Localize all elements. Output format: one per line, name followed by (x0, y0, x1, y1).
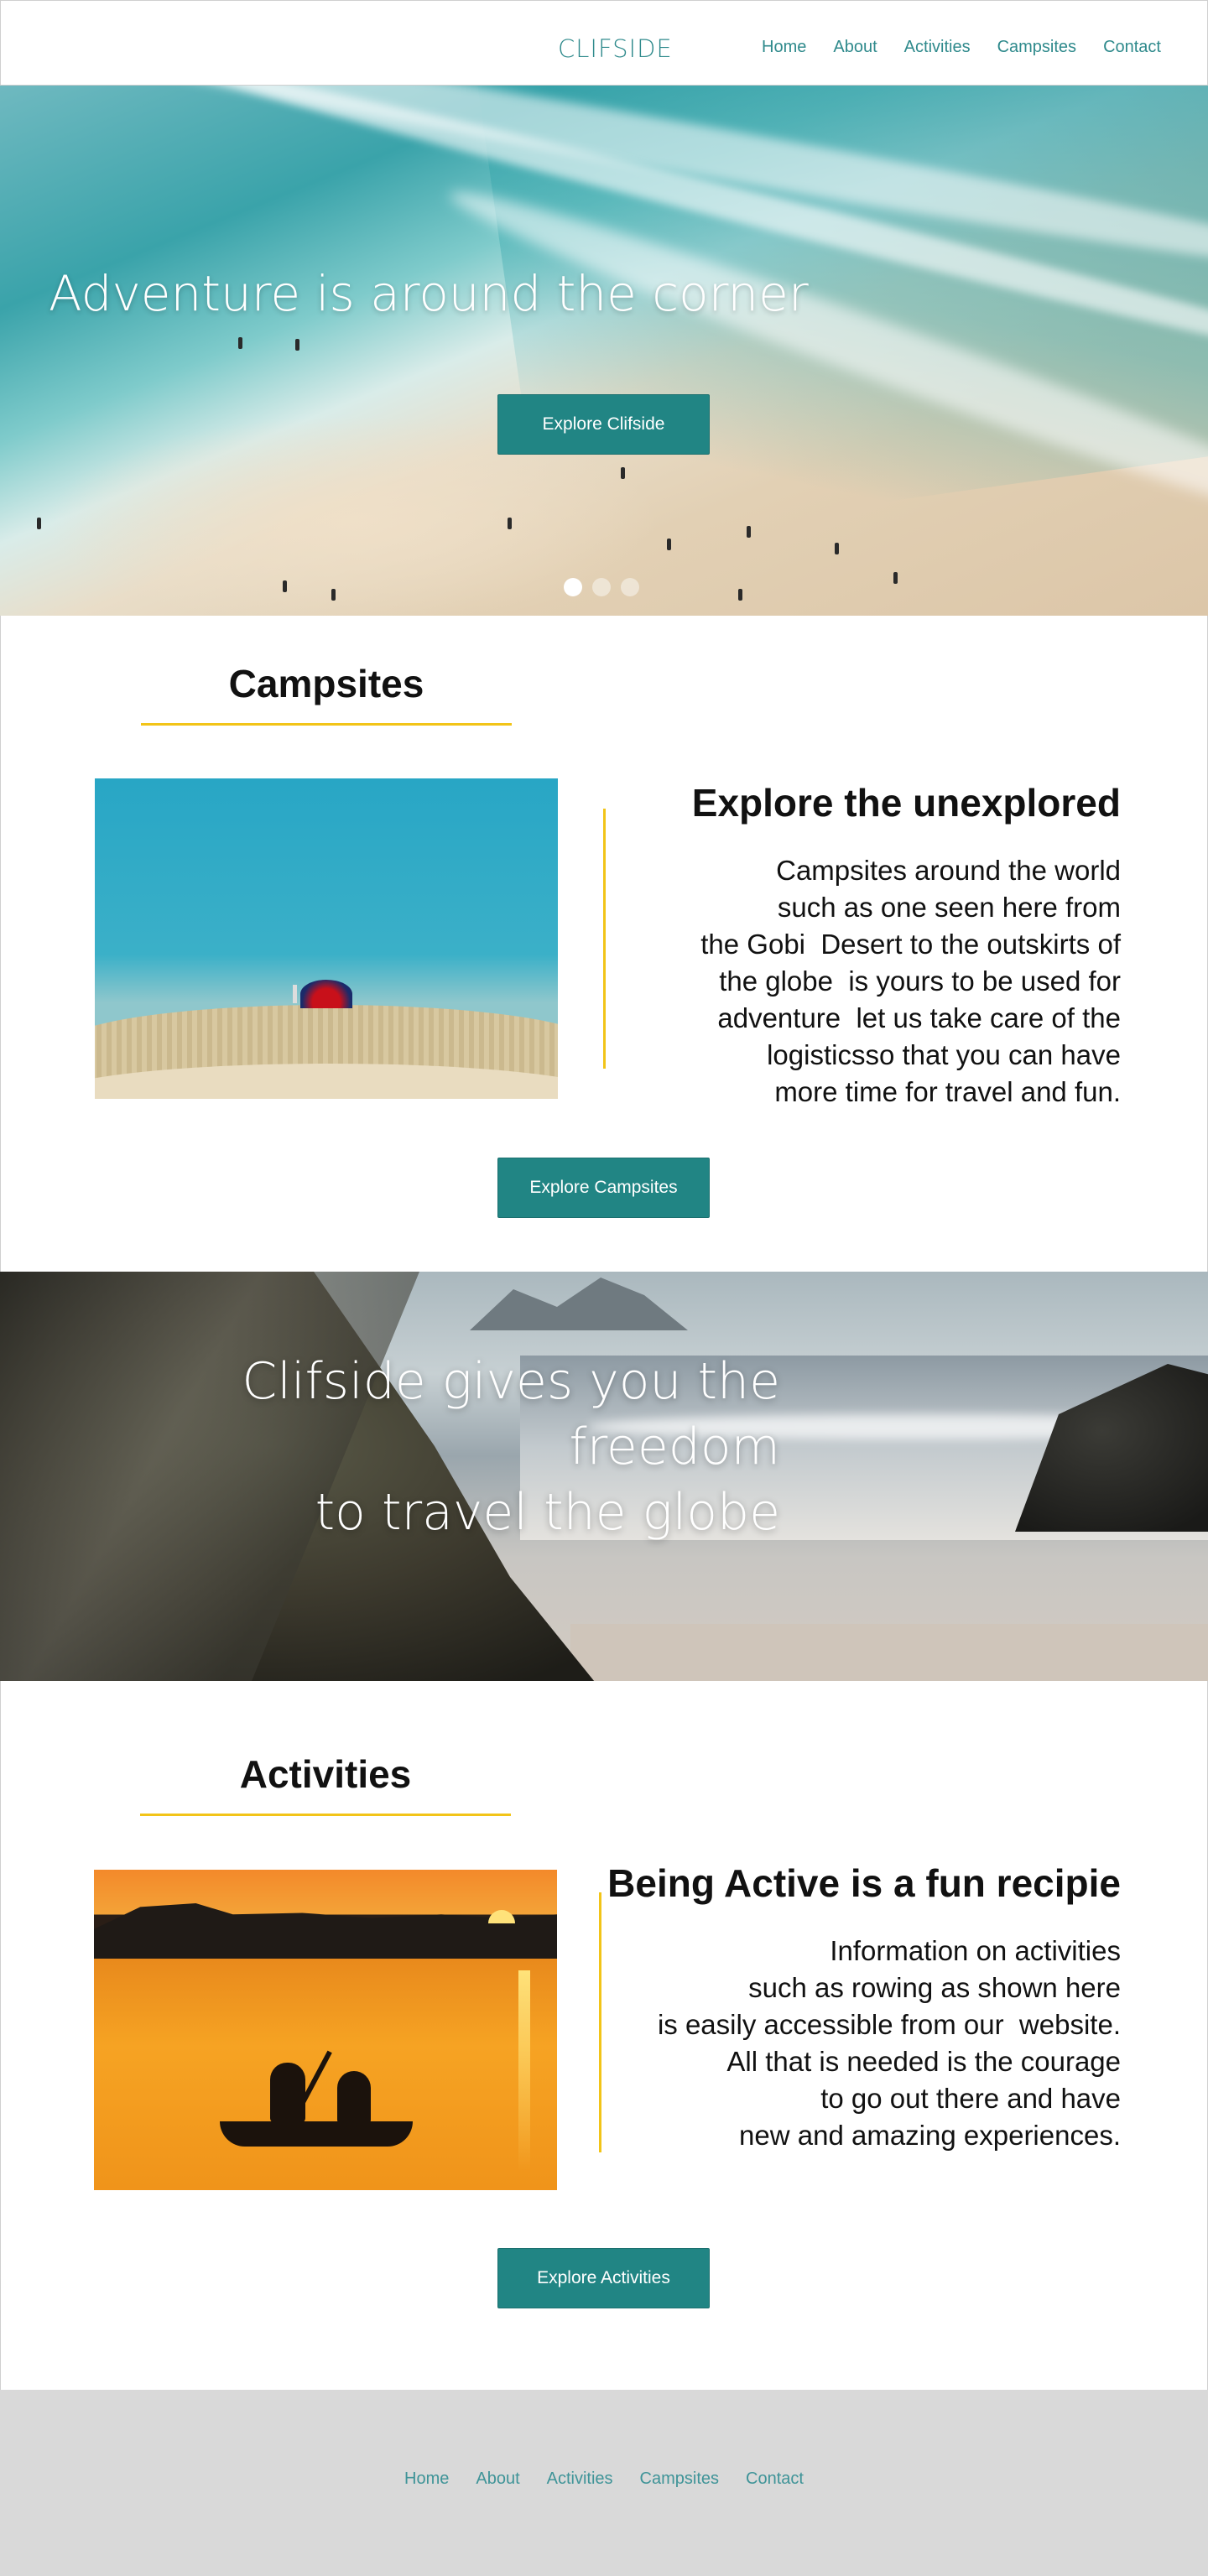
campsites-title-rule (141, 723, 512, 726)
campsites-line: the globe is yours to be used for (719, 965, 1121, 997)
campsites-vertical-rule (603, 809, 606, 1069)
sun-reflection (518, 1970, 530, 2172)
nav-home[interactable]: Home (762, 38, 806, 57)
beach-shape (570, 1624, 1208, 1681)
hero-carousel: Adventure is around the corner Explore C… (0, 86, 1208, 616)
nav-activities[interactable]: Activities (904, 38, 971, 57)
carousel-indicators (564, 578, 639, 596)
campsites-line: adventure let us take care of the (717, 1002, 1121, 1033)
beach-person (667, 539, 671, 550)
activities-vertical-rule (599, 1892, 601, 2152)
activities-line: to go out there and have (820, 2083, 1121, 2114)
banner-line: to travel the globe (315, 1483, 780, 1542)
explore-activities-button[interactable]: Explore Activities (497, 2248, 710, 2308)
campsites-title: Campsites (228, 662, 424, 705)
far-rock-shape (470, 1278, 688, 1330)
paddler-figure (270, 2063, 305, 2123)
campsites-line: such as one seen here from (777, 892, 1121, 923)
activities-line: All that is needed is the courage (726, 2046, 1121, 2077)
footer-nav-campsites[interactable]: Campsites (640, 2469, 719, 2489)
beach-person (893, 572, 898, 584)
activities-title-rule (140, 1814, 511, 1816)
activities-heading: Being Active is a fun recipie (607, 1861, 1121, 1905)
site-header: CLIFSIDE Home About Activities Campsites… (0, 0, 1208, 86)
campsites-heading: Explore the unexplored (691, 781, 1121, 825)
beach-person (331, 589, 336, 601)
beach-person (835, 543, 839, 554)
explore-campsites-button[interactable]: Explore Campsites (497, 1158, 710, 1218)
campsites-line: logisticsso that you can have (767, 1039, 1121, 1070)
banner-title: Clifside gives you the freedom to travel… (76, 1349, 780, 1545)
carousel-dot-1[interactable] (564, 578, 582, 596)
beach-person (295, 339, 299, 351)
beach-person (621, 467, 625, 479)
footer-nav-about[interactable]: About (476, 2469, 519, 2489)
sun-shape (488, 1910, 515, 1923)
campsites-line: more time for travel and fun. (774, 1076, 1121, 1107)
hero-title: Adventure is around the corner (49, 265, 809, 322)
beach-person (283, 580, 287, 592)
kayak-shape (220, 2121, 413, 2147)
activities-line: Information on activities (830, 1935, 1121, 1966)
beach-person (37, 518, 41, 529)
paddler-figure (337, 2071, 371, 2125)
site-footer: Home About Activities Campsites Contact (0, 2390, 1208, 2576)
activities-line: such as rowing as shown here (748, 1972, 1121, 2003)
main-nav: Home About Activities Campsites Contact (762, 38, 1161, 57)
footer-nav: Home About Activities Campsites Contact (0, 2469, 1208, 2489)
nav-contact[interactable]: Contact (1103, 38, 1161, 57)
campsites-description: Campsites around the world such as one s… (700, 852, 1121, 1111)
explore-clifside-button[interactable]: Explore Clifside (497, 394, 710, 455)
activities-line: is easily accessible from our website. (657, 2009, 1121, 2040)
desert-campsite-image (95, 778, 558, 1099)
footer-nav-activities[interactable]: Activities (547, 2469, 613, 2489)
kayak-sunset-image (94, 1870, 557, 2190)
beach-person (747, 526, 751, 538)
beach-person (508, 518, 512, 529)
beach-person (738, 589, 742, 601)
tent-shape (300, 980, 352, 1008)
footer-nav-contact[interactable]: Contact (746, 2469, 804, 2489)
banner-line: Clifside gives you the freedom (242, 1352, 780, 1476)
beach-person (238, 337, 242, 349)
activities-line: new and amazing experiences. (739, 2120, 1121, 2151)
activities-title: Activities (239, 1752, 412, 1796)
campsites-line: the Gobi Desert to the outskirts of (700, 929, 1121, 960)
nav-campsites[interactable]: Campsites (997, 38, 1076, 57)
coast-banner: Clifside gives you the freedom to travel… (0, 1272, 1208, 1681)
carousel-dot-2[interactable] (592, 578, 611, 596)
nav-about[interactable]: About (833, 38, 877, 57)
brand-logo[interactable]: CLIFSIDE (558, 34, 673, 63)
footer-nav-home[interactable]: Home (404, 2469, 449, 2489)
camper-figure (293, 985, 297, 1003)
campsites-line: Campsites around the world (776, 855, 1121, 886)
activities-description: Information on activities such as rowing… (658, 1933, 1121, 2154)
carousel-dot-3[interactable] (621, 578, 639, 596)
